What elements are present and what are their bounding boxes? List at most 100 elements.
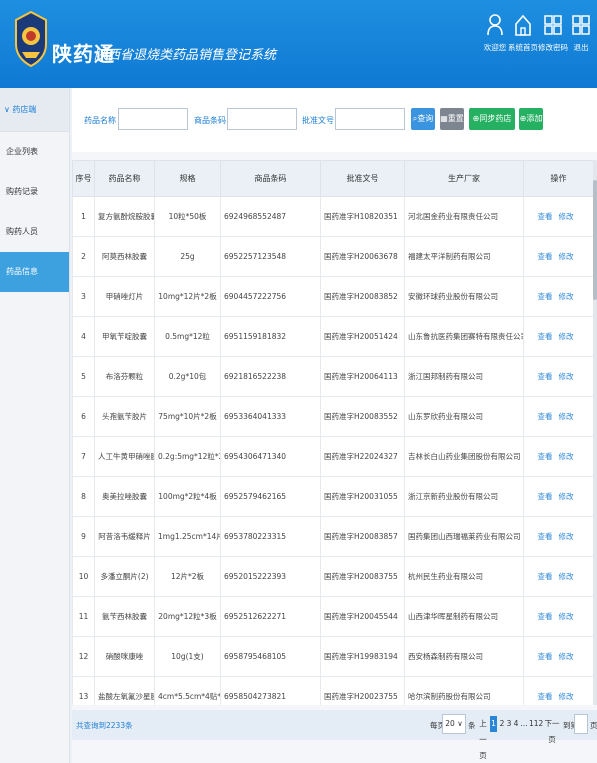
cell-actions: 查看 修改: [523, 676, 593, 705]
cell-spec: 10mg*12片*2板: [154, 276, 221, 317]
sidebar-item-purchasers[interactable]: 购药人员: [0, 212, 69, 252]
table-row: 5 布洛芬颗粒 0.2g*10包 6921816522238 国药准字H20064113…: [72, 356, 593, 397]
cell-barcode: 6953780223315: [220, 516, 321, 557]
view-link[interactable]: 查看: [538, 652, 553, 661]
cell-approval: 国药准字H20083852: [320, 276, 405, 317]
cell-approval: 国药准字H10820351: [320, 196, 405, 237]
sync-drugs-button[interactable]: ⊕同步药店药品: [469, 108, 515, 145]
column-header[interactable]: 批准文号: [320, 160, 405, 197]
page-number[interactable]: 1: [490, 716, 497, 732]
edit-link[interactable]: 修改: [559, 292, 574, 301]
view-link[interactable]: 查看: [538, 372, 553, 381]
next-page-button[interactable]: 下一页: [542, 716, 562, 744]
query-button[interactable]: ⌕查询: [411, 108, 435, 130]
total-count: 共查询到2233条: [76, 721, 133, 730]
table-row: 1 复方氨酚烷胺胶囊 10粒*50板 6924968552487 国药准字H108203…: [72, 196, 593, 237]
edit-link[interactable]: 修改: [559, 332, 574, 341]
cell-no: 4: [72, 316, 95, 357]
home-icon: [515, 14, 531, 36]
page-number[interactable]: 4: [513, 716, 519, 732]
cell-approval: 国药准字H20083552: [320, 396, 405, 437]
sync-label: 同步药店药品: [479, 114, 512, 145]
sidebar-item-label: 药品信息: [6, 267, 38, 276]
edit-link[interactable]: 修改: [559, 452, 574, 461]
prev-page-button[interactable]: 上一页: [476, 716, 490, 760]
cell-barcode: 6952015222393: [220, 556, 321, 597]
drug-name-input[interactable]: [118, 108, 188, 130]
view-link[interactable]: 查看: [538, 612, 553, 621]
edit-link[interactable]: 修改: [559, 532, 574, 541]
welcome-button[interactable]: 欢迎您: [480, 14, 510, 72]
reset-button[interactable]: ▦重置: [440, 108, 464, 130]
edit-link[interactable]: 修改: [559, 212, 574, 221]
sidebar-item-purchase-records[interactable]: 购药记录: [0, 172, 69, 212]
view-link[interactable]: 查看: [538, 572, 553, 581]
cell-maker: 哈尔滨制药股份有限公司: [404, 676, 524, 705]
edit-link[interactable]: 修改: [559, 612, 574, 621]
sidebar-item-enterprise-list[interactable]: 企业列表: [0, 132, 69, 172]
edit-link[interactable]: 修改: [559, 412, 574, 421]
table-row: 2 阿莫西林胶囊 25g 6952257123548 国药准字H20063678 福建太平…: [72, 236, 593, 277]
barcode-label: 商品条码: [194, 116, 226, 125]
approval-number-input[interactable]: [335, 108, 405, 130]
view-link[interactable]: 查看: [538, 532, 553, 541]
column-header[interactable]: 操作: [523, 160, 593, 197]
cell-barcode: 6951159181832: [220, 316, 321, 357]
cell-approval: 国药准字H19983194: [320, 636, 405, 677]
page-number[interactable]: 3: [506, 716, 512, 732]
change-password-button[interactable]: 修改密码: [538, 14, 568, 72]
cell-spec: 0.2g:5mg*12粒*2板: [154, 436, 221, 477]
cell-spec: 10g(1支): [154, 636, 221, 677]
page-size-select[interactable]: 20 ∨: [442, 714, 466, 734]
view-link[interactable]: 查看: [538, 292, 553, 301]
cell-no: 12: [72, 636, 95, 677]
edit-link[interactable]: 修改: [559, 492, 574, 501]
last-page-number[interactable]: 112: [529, 716, 543, 732]
sidebar-item-label: 购药记录: [6, 187, 38, 196]
cell-barcode: 6952257123548: [220, 236, 321, 277]
view-link[interactable]: 查看: [538, 212, 553, 221]
home-button[interactable]: 系统首页: [508, 14, 538, 72]
barcode-input[interactable]: [227, 108, 297, 130]
view-link[interactable]: 查看: [538, 452, 553, 461]
edit-link[interactable]: 修改: [559, 572, 574, 581]
cell-spec: 0.2g*10包: [154, 356, 221, 397]
column-header[interactable]: 序号: [72, 160, 95, 197]
column-header[interactable]: 生产厂家: [404, 160, 524, 197]
column-header[interactable]: 规格: [154, 160, 221, 197]
column-header[interactable]: 商品条码: [220, 160, 321, 197]
table-row: 9 阿昔洛韦缓释片 1mg1.25cm*14片 6953780223315 国药准字H2…: [72, 516, 593, 557]
view-link[interactable]: 查看: [538, 692, 553, 701]
add-button[interactable]: ⊕添加: [519, 108, 543, 130]
sidebar-item-label: 企业列表: [6, 147, 38, 156]
cell-spec: 20mg*12粒*3板: [154, 596, 221, 637]
cell-name: 硝酸咪康唑: [94, 636, 155, 677]
cell-barcode: 6953364041333: [220, 396, 321, 437]
scrollbar-thumb[interactable]: [593, 180, 597, 300]
view-link[interactable]: 查看: [538, 332, 553, 341]
page-number[interactable]: 2: [499, 716, 505, 732]
view-link[interactable]: 查看: [538, 492, 553, 501]
cell-name: 盐酸左氧氟沙星胶囊: [94, 676, 155, 705]
view-link[interactable]: 查看: [538, 252, 553, 261]
per-page-suffix: 条: [468, 721, 476, 730]
cell-no: 8: [72, 476, 95, 517]
cell-maker: 河北国金药业有限责任公司: [404, 196, 524, 237]
edit-link[interactable]: 修改: [559, 692, 574, 701]
cell-no: 13: [72, 676, 95, 705]
edit-link[interactable]: 修改: [559, 652, 574, 661]
table-scrollbar[interactable]: [593, 160, 597, 705]
sidebar-item-drug-info[interactable]: 药品信息: [0, 252, 69, 292]
cell-maker: 山东罗欣药业有限公司: [404, 396, 524, 437]
table-row: 3 甲硝唑灯片 10mg*12片*2板 6904457222756 国药准字H20083…: [72, 276, 593, 317]
edit-link[interactable]: 修改: [559, 372, 574, 381]
edit-link[interactable]: 修改: [559, 252, 574, 261]
jump-page-input[interactable]: [574, 714, 588, 734]
sidebar-group-pharmacy[interactable]: ∨ 药店端: [0, 88, 69, 132]
police-emblem-icon: [15, 10, 47, 68]
cell-no: 6: [72, 396, 95, 437]
table-row: 7人工牛黄甲硝唑胶囊0.2g:5mg*12粒*2板6954306471340国药…: [72, 436, 593, 477]
column-header[interactable]: 药品名称: [94, 160, 155, 197]
logout-button[interactable]: 退出: [566, 14, 596, 72]
view-link[interactable]: 查看: [538, 412, 553, 421]
